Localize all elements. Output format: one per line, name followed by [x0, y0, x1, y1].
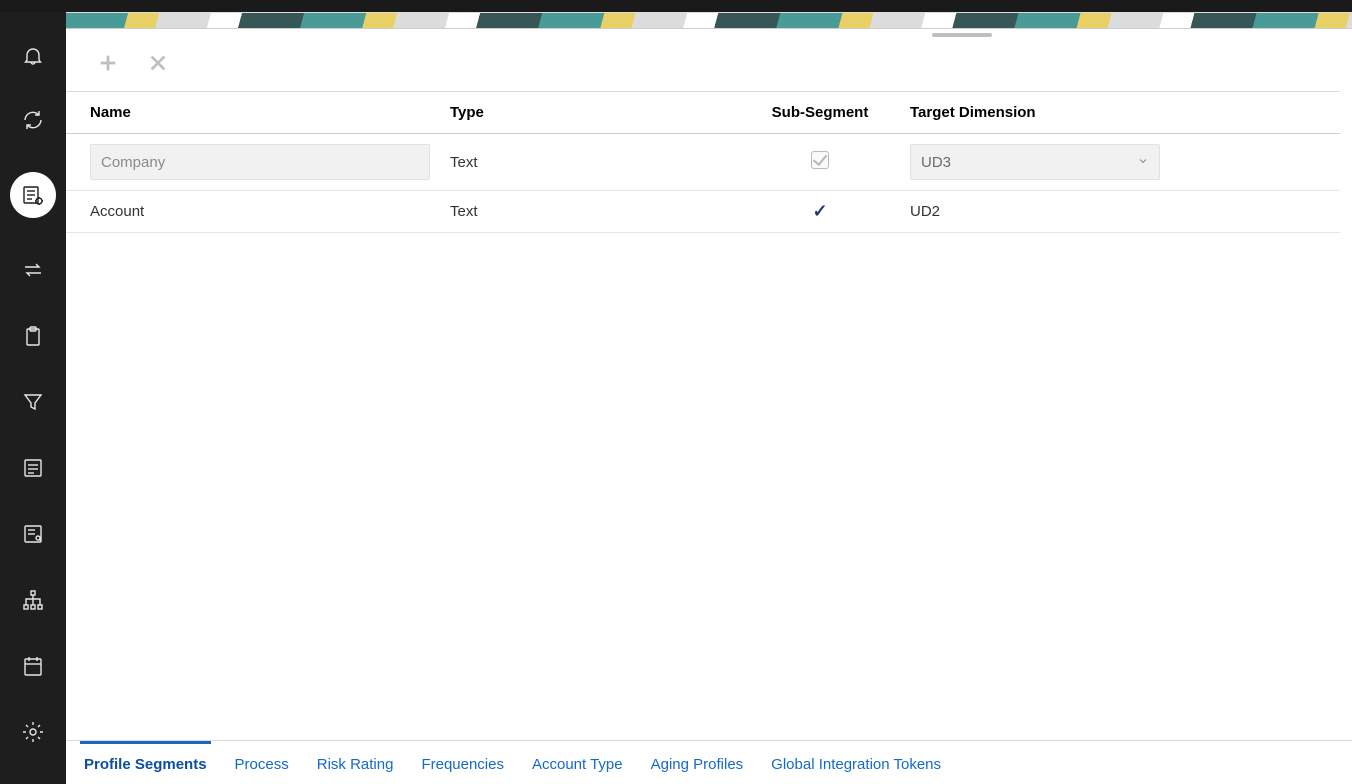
sidebar-item-refresh[interactable] [19, 106, 47, 134]
table-row[interactable]: Account Text ✓ UD2 [66, 191, 1340, 233]
chevron-down-icon [1137, 154, 1149, 171]
clipboard-icon [21, 324, 45, 348]
table-row[interactable]: Text UD3 [66, 134, 1340, 191]
gear-icon [21, 720, 45, 744]
tab-aging-profiles[interactable]: Aging Profiles [647, 741, 748, 784]
subsegment-check-icon[interactable]: ✓ [812, 201, 827, 222]
close-icon [147, 52, 169, 74]
sidebar-nav [0, 12, 66, 784]
tab-process[interactable]: Process [231, 741, 293, 784]
swap-icon [21, 258, 45, 282]
sidebar-item-review[interactable] [19, 520, 47, 548]
tab-frequencies[interactable]: Frequencies [417, 741, 508, 784]
tab-account-type[interactable]: Account Type [528, 741, 627, 784]
type-cell[interactable]: Text [440, 191, 740, 233]
plus-icon [97, 52, 119, 74]
sidebar-item-notifications[interactable] [19, 40, 47, 68]
subsegment-checkbox [811, 151, 829, 169]
select-value: UD3 [921, 154, 951, 171]
sidebar-item-transfer[interactable] [19, 256, 47, 284]
tab-global-integration-tokens[interactable]: Global Integration Tokens [767, 741, 945, 784]
table-header-row: Name Type Sub-Segment Target Dimension [66, 92, 1340, 134]
sidebar-item-notes[interactable] [19, 454, 47, 482]
content-area: Name Type Sub-Segment Target Dimension T… [66, 12, 1352, 784]
review-icon [21, 522, 45, 546]
type-cell[interactable]: Text [440, 134, 740, 191]
list-gear-icon [21, 183, 45, 207]
col-header-target[interactable]: Target Dimension [900, 92, 1340, 134]
tab-profile-segments[interactable]: Profile Segments [80, 741, 211, 784]
name-cell[interactable]: Account [66, 191, 440, 233]
bell-icon [21, 42, 45, 66]
sidebar-item-settings[interactable] [19, 718, 47, 746]
col-header-type[interactable]: Type [440, 92, 740, 134]
col-header-name[interactable]: Name [66, 92, 440, 134]
col-header-subsegment[interactable]: Sub-Segment [740, 92, 900, 134]
decorative-banner [66, 13, 1352, 29]
segments-table: Name Type Sub-Segment Target Dimension T… [66, 91, 1340, 233]
sidebar-item-calendar[interactable] [19, 652, 47, 680]
tab-risk-rating[interactable]: Risk Rating [313, 741, 398, 784]
sidebar-item-hierarchy[interactable] [19, 586, 47, 614]
notes-icon [21, 456, 45, 480]
refresh-icon [21, 108, 45, 132]
delete-row-button[interactable] [144, 49, 172, 77]
add-row-button[interactable] [94, 49, 122, 77]
bottom-tabs: Profile Segments Process Risk Rating Fre… [66, 740, 1352, 784]
sidebar-item-filter[interactable] [19, 388, 47, 416]
hierarchy-icon [21, 588, 45, 612]
app-top-bar [0, 0, 1352, 12]
calendar-icon [21, 654, 45, 678]
funnel-icon [21, 390, 45, 414]
sidebar-item-clipboard[interactable] [19, 322, 47, 350]
table-toolbar [66, 29, 1352, 91]
sidebar-item-configure-lists[interactable] [10, 172, 56, 218]
target-dimension-select[interactable]: UD3 [910, 144, 1160, 180]
panel-drag-handle[interactable] [932, 33, 992, 37]
name-input[interactable] [90, 144, 430, 180]
target-cell[interactable]: UD2 [900, 191, 1340, 233]
